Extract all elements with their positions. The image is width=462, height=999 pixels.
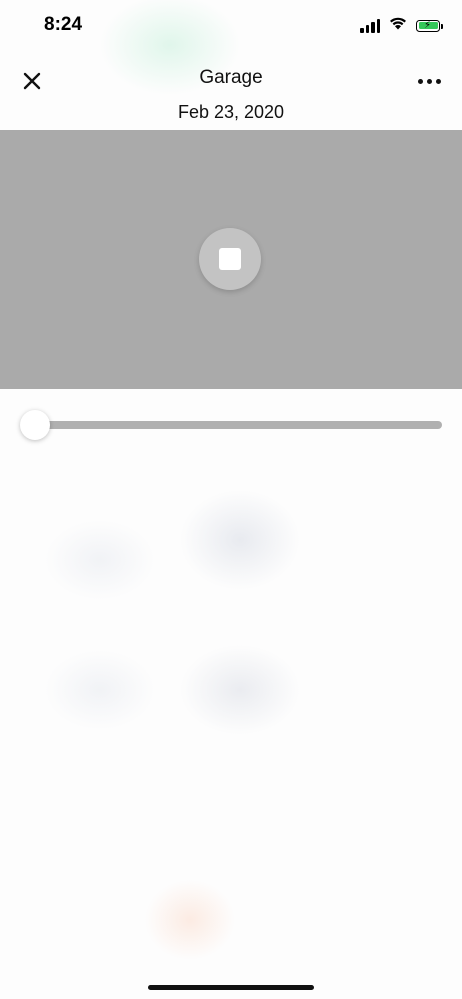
header: Garage Feb 23, 2020 (0, 55, 462, 130)
status-time: 8:24 (44, 14, 83, 35)
wifi-icon (388, 16, 408, 35)
screen: 8:24 ⚡ Garage Feb 23, 2020 (0, 0, 462, 999)
slider-track[interactable] (30, 421, 442, 429)
video-player[interactable] (0, 130, 462, 389)
more-button[interactable] (414, 67, 444, 95)
stop-icon (219, 248, 241, 270)
more-dot (435, 78, 441, 84)
status-icons: ⚡ (360, 16, 443, 35)
more-dot (417, 78, 423, 84)
page-title: Garage (199, 67, 263, 88)
slider-thumb[interactable] (20, 410, 50, 440)
signal-icon (360, 19, 380, 33)
status-bar: 8:24 ⚡ (0, 0, 462, 50)
timeline-slider[interactable] (20, 407, 442, 443)
battery-charging-icon: ⚡ (416, 19, 443, 32)
page-subtitle: Feb 23, 2020 (177, 102, 285, 122)
home-indicator[interactable] (148, 985, 314, 990)
more-dot (426, 78, 432, 84)
stop-button[interactable] (199, 228, 261, 290)
